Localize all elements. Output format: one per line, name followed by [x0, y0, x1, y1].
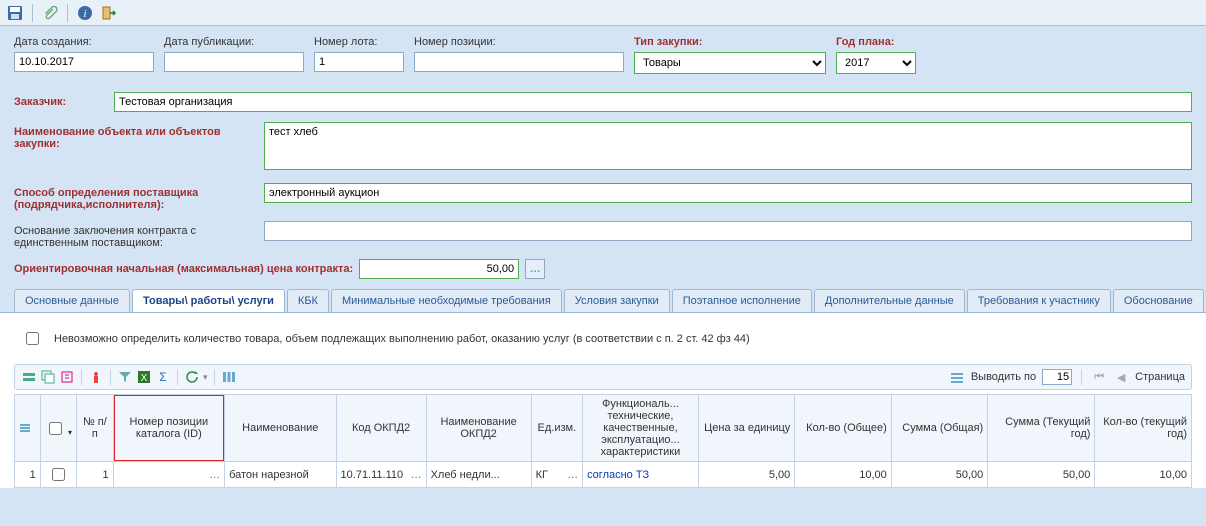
svg-text:Σ: Σ: [159, 370, 166, 384]
price-label: Ориентировочная начальная (максимальная)…: [14, 263, 353, 275]
separator: [67, 4, 68, 22]
catalog-pick-button[interactable]: …: [209, 469, 220, 481]
separator: [32, 4, 33, 22]
add-row-icon[interactable]: [21, 369, 37, 385]
col-okpd2-name[interactable]: Наименование ОКПД2: [426, 395, 531, 462]
tab-minreq[interactable]: Минимальные необходимые требования: [331, 289, 562, 312]
ptype-label: Тип закупки:: [634, 36, 826, 48]
obj-label: Наименование объекта или объектов закупк…: [14, 122, 264, 150]
page-first-icon[interactable]: ⏮: [1091, 369, 1107, 385]
cell-price[interactable]: 5,00: [698, 462, 794, 488]
columns-icon[interactable]: [221, 369, 237, 385]
tab-justif[interactable]: Обоснование: [1113, 289, 1204, 312]
tab-main[interactable]: Основные данные: [14, 289, 130, 312]
col-npp[interactable]: № п/п: [77, 395, 113, 462]
items-grid: ▾ № п/п Номер позиции каталога (ID) Наим…: [14, 394, 1192, 488]
supplier-input[interactable]: [264, 183, 1192, 203]
tab-strip: Основные данные Товары\ работы\ услуги К…: [0, 289, 1206, 313]
date-pub-label: Дата публикации:: [164, 36, 304, 48]
customer-input[interactable]: [114, 92, 1192, 112]
cell-chars[interactable]: согласно ТЗ: [583, 462, 699, 488]
col-chars[interactable]: Функциональ... технические, качественные…: [583, 395, 699, 462]
col-qty-total[interactable]: Кол-во (Общее): [795, 395, 891, 462]
delete-row-icon[interactable]: [88, 369, 104, 385]
cell-name[interactable]: батон нарезной: [225, 462, 336, 488]
cell-sum-year: 50,00: [988, 462, 1095, 488]
basis-label: Основание заключения контракта с единств…: [14, 221, 264, 249]
tab-phased[interactable]: Поэтапное исполнение: [672, 289, 812, 312]
cell-unit[interactable]: КГ…: [531, 462, 582, 488]
obj-textarea[interactable]: тест хлеб: [264, 122, 1192, 170]
cell-sum-total: 50,00: [891, 462, 987, 488]
date-created-label: Дата создания:: [14, 36, 154, 48]
col-sum-year[interactable]: Сумма (Текущий год): [988, 395, 1095, 462]
svg-text:i: i: [83, 8, 86, 20]
col-catalog-id[interactable]: Номер позиции каталога (ID): [113, 395, 224, 462]
impossible-qty-checkbox[interactable]: [26, 332, 39, 345]
col-price[interactable]: Цена за единицу: [698, 395, 794, 462]
pyear-label: Год плана:: [836, 36, 916, 48]
col-selector[interactable]: [15, 395, 41, 462]
cell-okpd2-name: Хлеб недли...: [426, 462, 531, 488]
copy-row-icon[interactable]: [40, 369, 56, 385]
tab-kbk[interactable]: КБК: [287, 289, 329, 312]
top-toolbar: i: [0, 0, 1206, 26]
grid-settings-icon[interactable]: [949, 369, 965, 385]
info-icon[interactable]: i: [76, 4, 94, 22]
filter-icon[interactable]: [117, 369, 133, 385]
cell-okpd2-code[interactable]: 10.71.11.110…: [336, 462, 426, 488]
tab-extra[interactable]: Дополнительные данные: [814, 289, 965, 312]
select-all-checkbox[interactable]: [49, 422, 62, 435]
row-checkbox[interactable]: [52, 468, 65, 481]
basis-input[interactable]: [264, 221, 1192, 241]
lot-no-input[interactable]: [314, 52, 404, 72]
output-label: Выводить по: [971, 371, 1036, 383]
lot-no-label: Номер лота:: [314, 36, 404, 48]
save-icon[interactable]: [6, 4, 24, 22]
paste-row-icon[interactable]: [59, 369, 75, 385]
date-created-input[interactable]: [14, 52, 154, 72]
output-count-input[interactable]: [1042, 369, 1072, 385]
ptype-select[interactable]: Товары: [634, 52, 826, 74]
date-pub-input[interactable]: [164, 52, 304, 72]
unit-pick-button[interactable]: …: [567, 469, 578, 481]
tab-goods[interactable]: Товары\ работы\ услуги: [132, 289, 285, 312]
page-label: Страница: [1135, 371, 1185, 383]
page-prev-icon[interactable]: ◀: [1113, 369, 1129, 385]
grid-toolbar: X Σ ▾ Выводить по ⏮ ◀ Страница: [14, 364, 1192, 390]
impossible-qty-label: Невозможно определить количество товара,…: [54, 333, 750, 345]
svg-text:X: X: [141, 373, 148, 384]
pyear-select[interactable]: 2017: [836, 52, 916, 74]
excel-icon[interactable]: X: [136, 369, 152, 385]
supplier-label: Способ определения поставщика (подрядчик…: [14, 183, 264, 211]
okpd2-pick-button[interactable]: …: [411, 469, 422, 481]
grid-header-row: ▾ № п/п Номер позиции каталога (ID) Наим…: [15, 395, 1192, 462]
tab-body: Невозможно определить количество товара,…: [0, 313, 1206, 488]
col-sum-total[interactable]: Сумма (Общая): [891, 395, 987, 462]
col-check[interactable]: ▾: [40, 395, 76, 462]
row-number: 1: [15, 462, 41, 488]
cell-qty-total[interactable]: 10,00: [795, 462, 891, 488]
col-unit[interactable]: Ед.изм.: [531, 395, 582, 462]
form-area: Дата создания: Дата публикации: Номер ло…: [0, 26, 1206, 289]
sum-icon[interactable]: Σ: [155, 369, 171, 385]
pos-no-input[interactable]: [414, 52, 624, 72]
cell-npp: 1: [77, 462, 113, 488]
refresh-icon[interactable]: [184, 369, 200, 385]
col-qty-year[interactable]: Кол-во (текущий год): [1095, 395, 1192, 462]
exit-icon[interactable]: [100, 4, 118, 22]
col-okpd2-code[interactable]: Код ОКПД2: [336, 395, 426, 462]
col-name[interactable]: Наименование: [225, 395, 336, 462]
price-pick-button[interactable]: …: [525, 259, 545, 279]
price-input[interactable]: [359, 259, 519, 279]
cell-qty-year[interactable]: 10,00: [1095, 462, 1192, 488]
tab-terms[interactable]: Условия закупки: [564, 289, 670, 312]
attach-icon[interactable]: [41, 4, 59, 22]
table-row[interactable]: 1 1 … батон нарезной 10.71.11.110… Хлеб …: [15, 462, 1192, 488]
pos-no-label: Номер позиции:: [414, 36, 624, 48]
customer-label: Заказчик:: [14, 92, 114, 108]
tab-reqs[interactable]: Требования к участнику: [967, 289, 1111, 312]
cell-catalog-id[interactable]: …: [113, 462, 224, 488]
